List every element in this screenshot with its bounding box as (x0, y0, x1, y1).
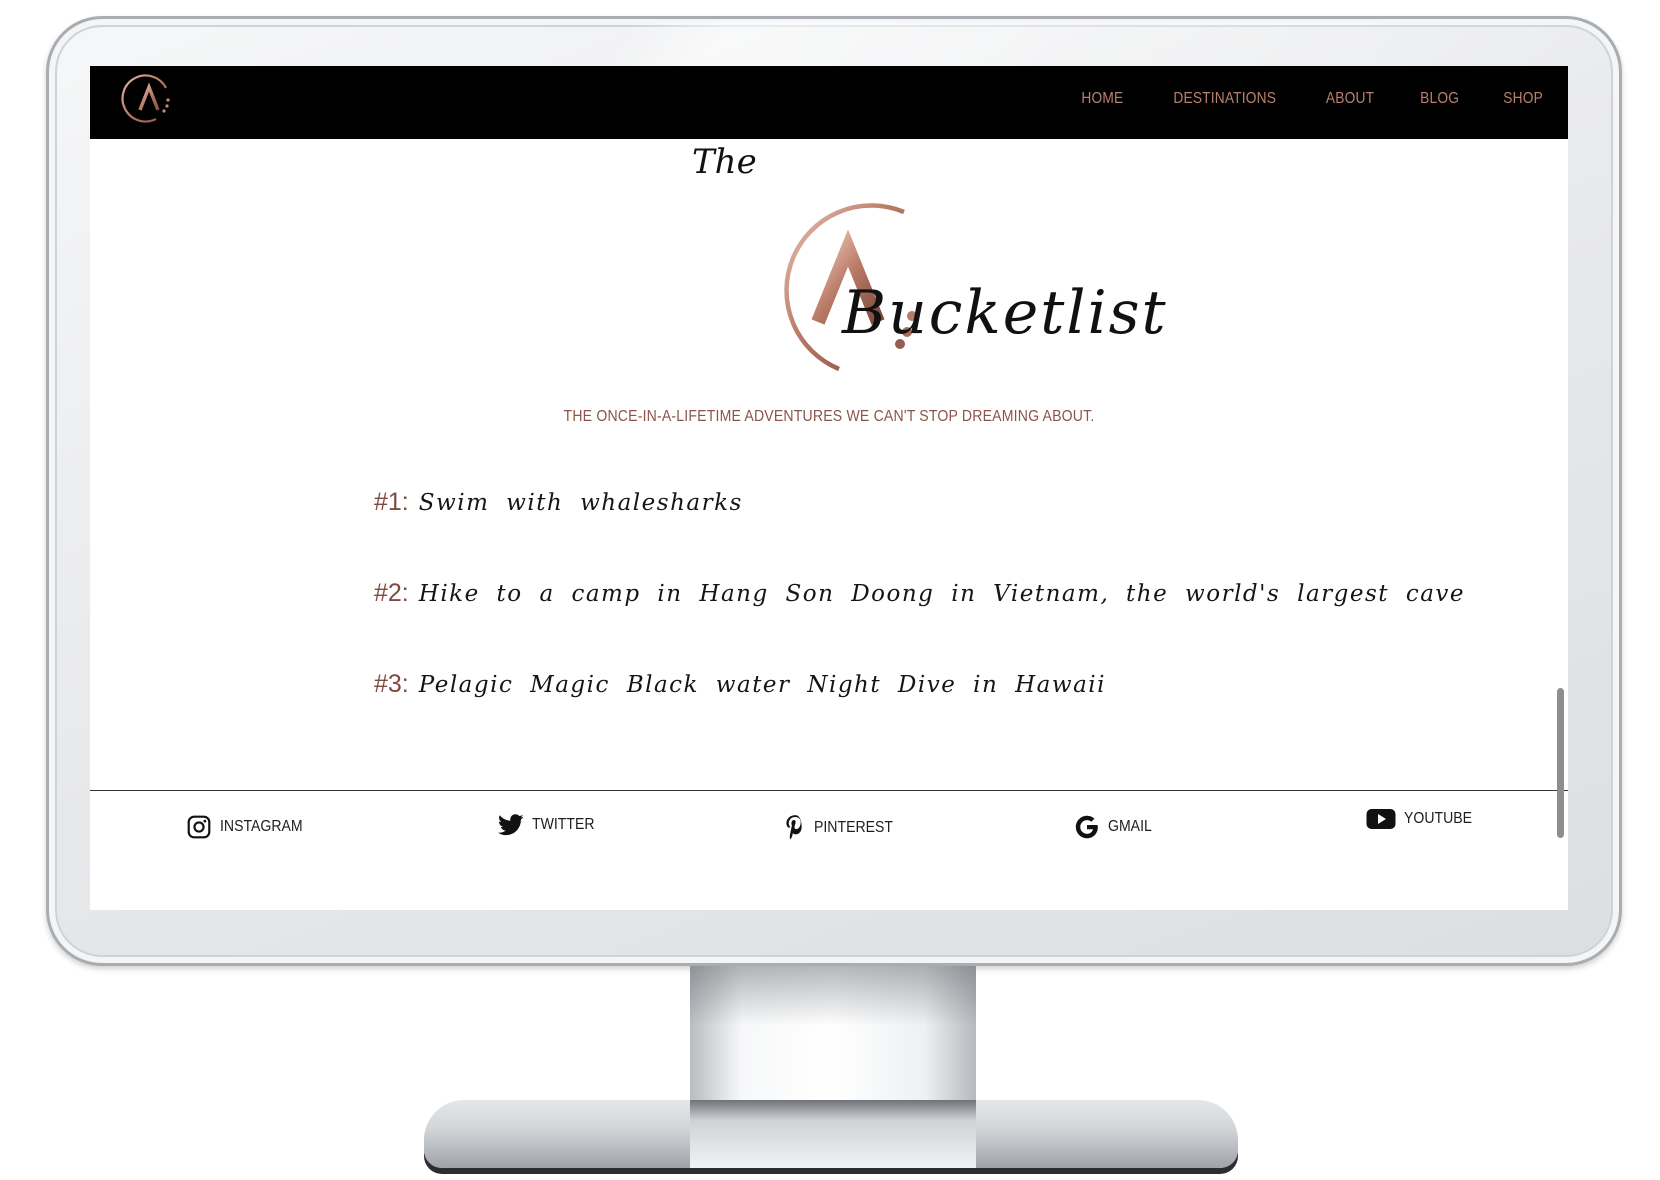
social-label: PINTEREST (814, 819, 894, 836)
list-item-number: #2: (374, 579, 409, 607)
social-label: TWITTER (532, 816, 595, 833)
nav-about[interactable]: ABOUT (1326, 90, 1374, 108)
list-item-number: #1: (374, 488, 409, 516)
pinterest-icon (786, 815, 802, 840)
logo-icon (121, 74, 170, 123)
twitter-icon (498, 814, 524, 836)
social-label: YOUTUBE (1404, 810, 1473, 827)
google-icon (1075, 815, 1098, 839)
site-logo[interactable] (120, 70, 178, 128)
instagram-icon (187, 815, 211, 839)
social-pinterest-link[interactable]: PINTEREST (784, 814, 904, 842)
list-item-text: Pelagic Magic Black water Night Dive in … (418, 672, 1106, 698)
nav-blog[interactable]: BLOG (1420, 90, 1459, 108)
page-scrollbar[interactable] (1557, 688, 1564, 838)
list-item: #2: Hike to a camp in Hang Son Doong in … (374, 579, 1465, 608)
social-twitter-link[interactable]: TWITTER (498, 814, 603, 836)
logo-the-text: The (692, 142, 757, 182)
social-instagram-link[interactable]: INSTAGRAM (186, 814, 314, 840)
list-item: #3: Pelagic Magic Black water Night Dive… (374, 670, 1106, 699)
top-navbar: HOME DESTINATIONS ABOUT BLOG SHOP (90, 66, 1568, 139)
social-youtube-link[interactable]: YOUTUBE (1366, 808, 1481, 830)
screen: HOME DESTINATIONS ABOUT BLOG SHOP The Bu… (90, 66, 1568, 910)
tagline: THE ONCE-IN-A-LIFETIME ADVENTURES WE CAN… (563, 408, 1095, 425)
nav-shop[interactable]: SHOP (1503, 90, 1543, 108)
list-item-text: Swim with whalesharks (418, 490, 743, 516)
list-item-number: #3: (374, 670, 409, 698)
social-label: GMAIL (1108, 818, 1152, 835)
monitor-stand-base-join (690, 1100, 976, 1168)
logo-bucketlist-text: Bucketlist (842, 278, 1168, 348)
nav-destinations[interactable]: DESTINATIONS (1173, 90, 1276, 108)
footer-divider (90, 790, 1568, 791)
social-gmail-link[interactable]: GMAIL (1074, 814, 1158, 840)
nav-home[interactable]: HOME (1082, 90, 1124, 108)
social-label: INSTAGRAM (220, 818, 303, 835)
main-nav: HOME DESTINATIONS ABOUT BLOG SHOP (1078, 66, 1546, 132)
monitor-stand-shadow (690, 966, 976, 1026)
youtube-icon (1366, 809, 1396, 829)
list-item-text: Hike to a camp in Hang Son Doong in Viet… (418, 581, 1466, 607)
list-item: #1: Swim with whalesharks (374, 488, 743, 517)
